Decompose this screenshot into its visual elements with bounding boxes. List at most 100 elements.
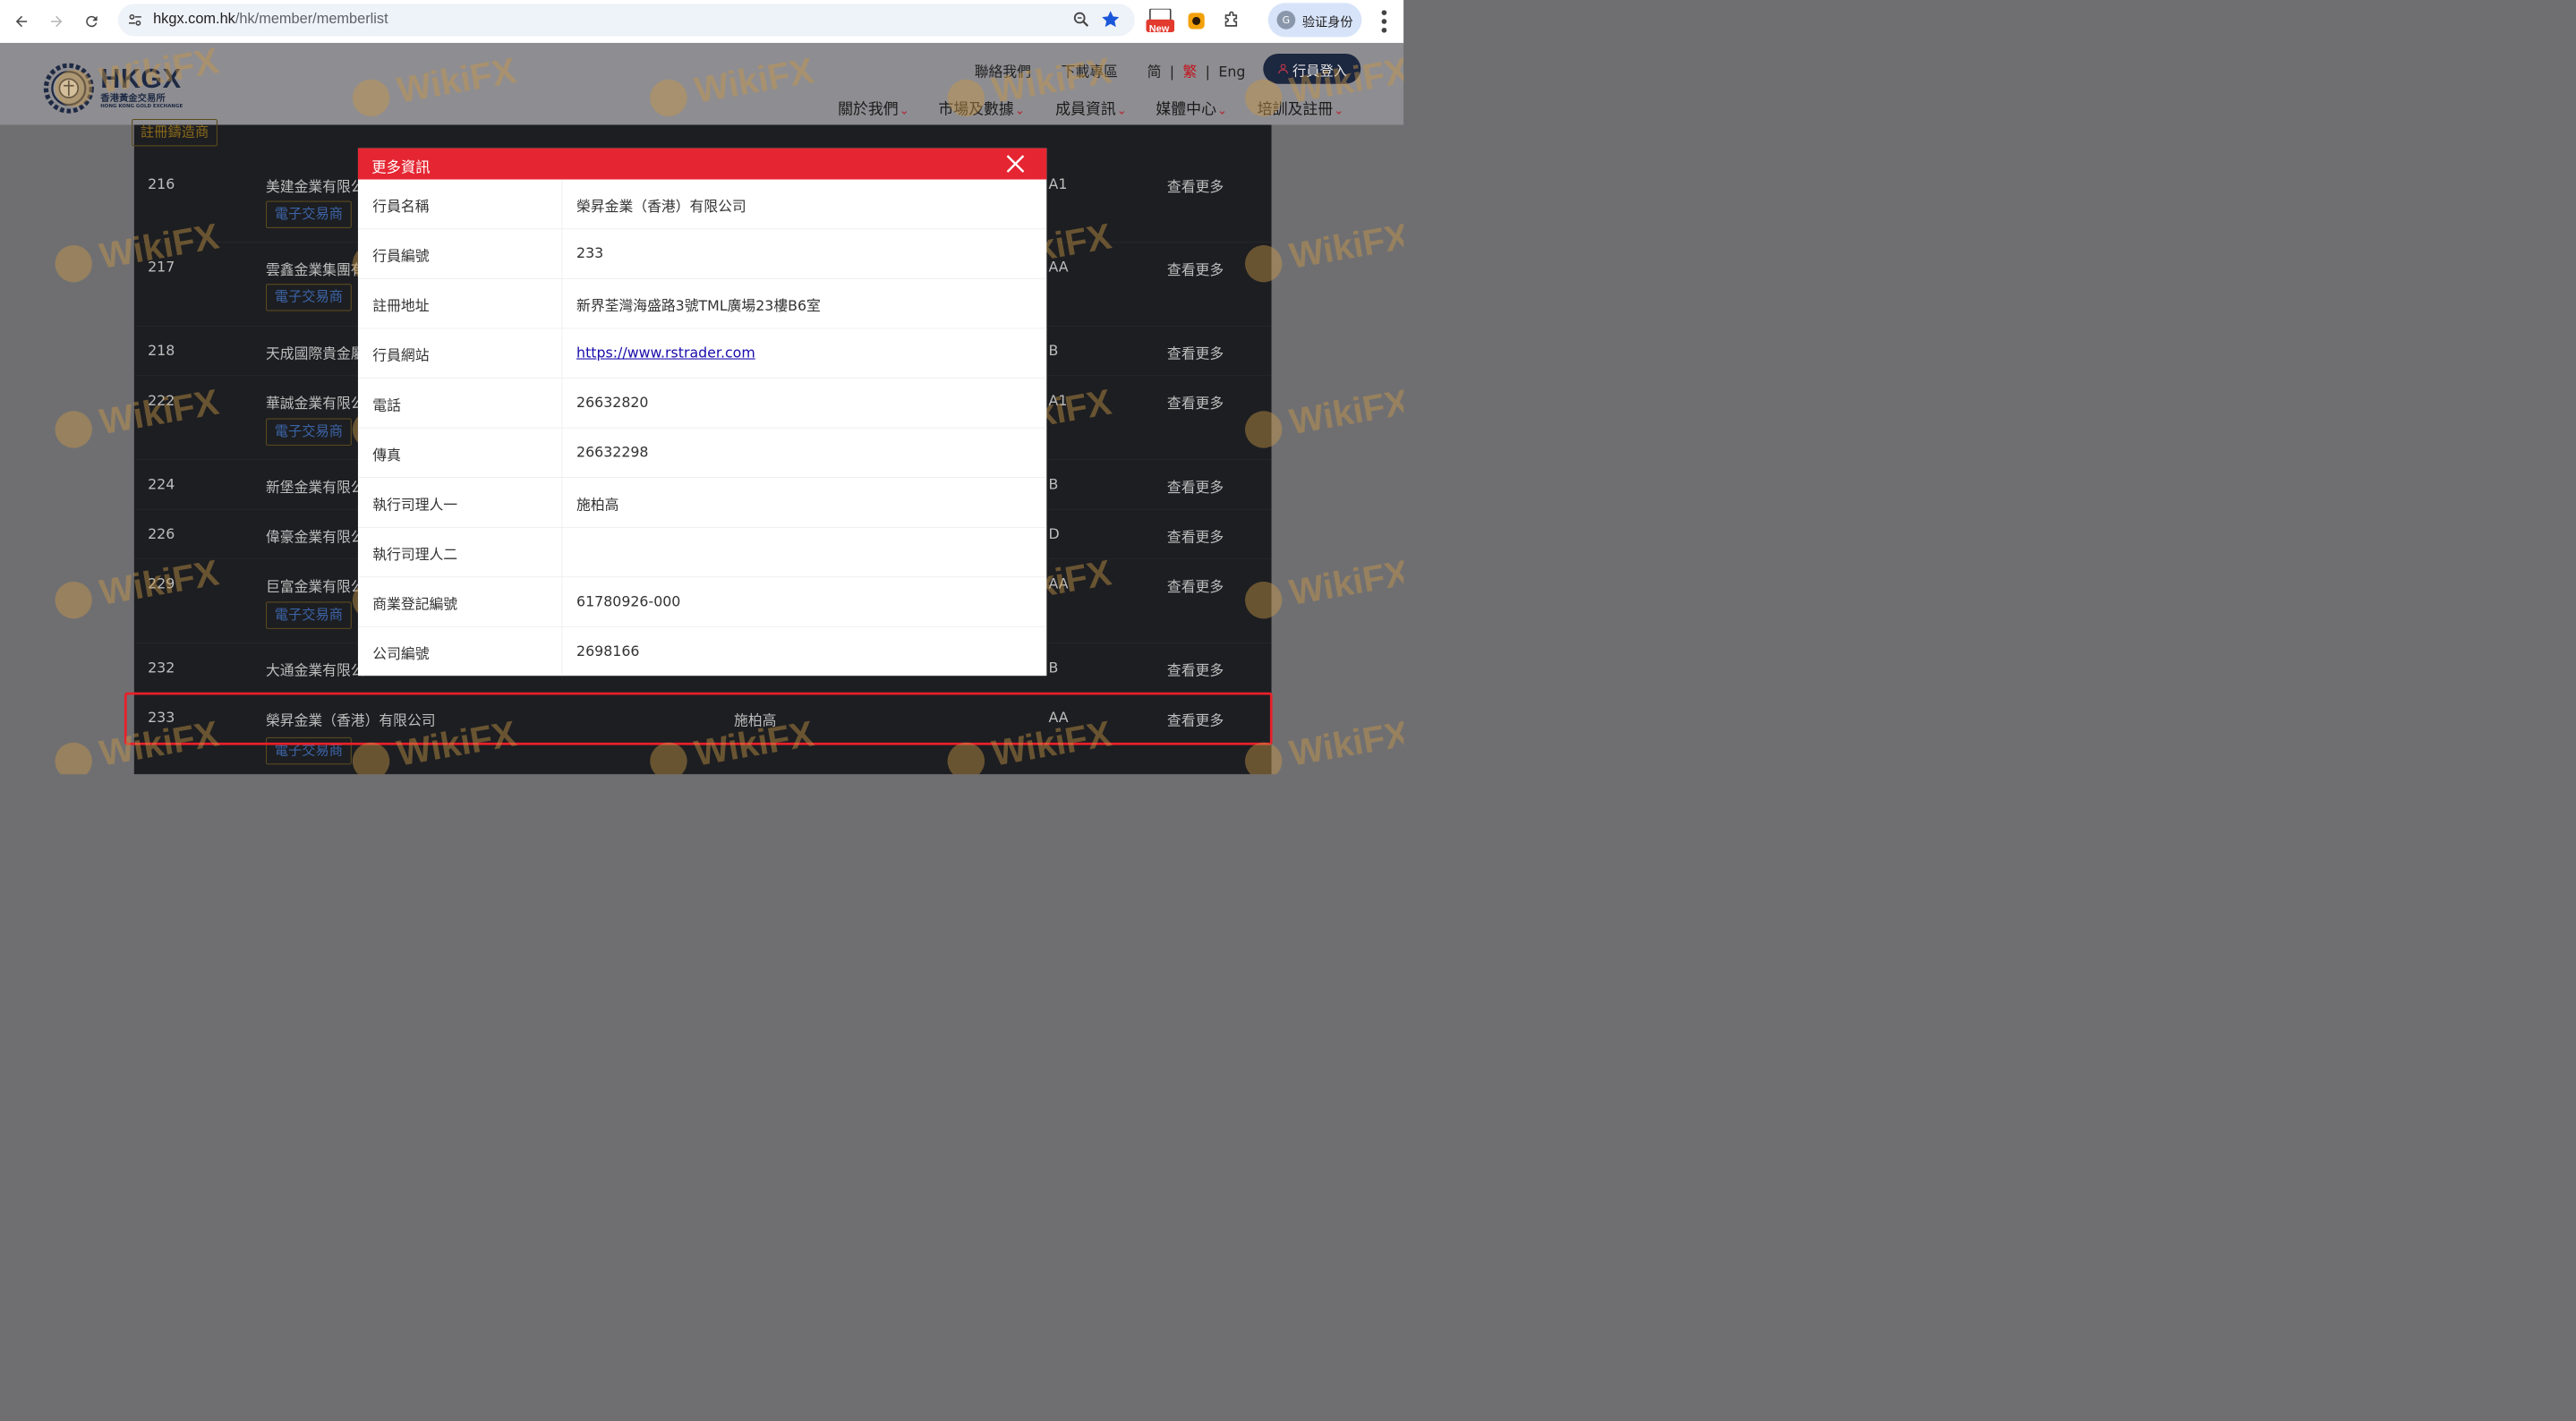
member-grade: B (1048, 659, 1059, 676)
info-row-member-name: 行員名稱 榮昇金業（香港）有限公司 (357, 180, 1047, 230)
forward-arrow-icon (51, 15, 63, 28)
profile-icon: G (1276, 10, 1296, 30)
extension-new[interactable]: New (1146, 7, 1175, 36)
info-label: 傳真 (372, 447, 401, 464)
modal-header: 更多資訊 (357, 148, 1047, 180)
nav-member-info-label: 成員資訊 (1055, 100, 1116, 118)
info-label: 註冊地址 (372, 297, 430, 314)
member-number: 229 (148, 574, 175, 592)
e-trader-tag: 電子交易商 (265, 601, 352, 629)
view-more-link[interactable]: 查看更多 (1167, 659, 1224, 680)
info-value: 施柏高 (576, 496, 619, 514)
member-name: 新堡金業有限公 (265, 479, 365, 496)
info-row-fax: 傳真 26632298 (357, 428, 1047, 478)
member-login-button[interactable]: 行員登入 (1263, 53, 1361, 84)
member-name: 偉豪金業有限公 (265, 528, 365, 546)
modal-title: 更多資訊 (371, 158, 431, 176)
url-host: hkgx.com.hk (153, 10, 235, 27)
nav-about[interactable]: 關於我們⌄ (838, 97, 909, 119)
member-name: 美建金業有限公 (265, 178, 365, 195)
hkgx-logo[interactable]: HKGX 香港黃金交易所 HONG KONG GOLD EXCHANGE (43, 63, 189, 116)
menu-kebab-icon[interactable] (1375, 7, 1395, 37)
info-value: 26632298 (576, 443, 649, 461)
nav-media-center[interactable]: 媒體中心⌄ (1156, 97, 1227, 119)
member-name: 雲鑫金業集團有 (265, 261, 365, 278)
extensions-button[interactable] (1217, 7, 1246, 36)
verify-identity-label: 验证身份 (1301, 14, 1353, 30)
address-bar[interactable]: hkgx.com.hk/hk/member/memberlist (117, 4, 1135, 37)
watermark-text: WikiFX (1286, 215, 1404, 277)
view-more-link[interactable]: 查看更多 (1167, 175, 1224, 196)
info-label: 公司編號 (372, 645, 430, 662)
wikifx-logo-icon (52, 242, 96, 285)
member-grade: AA (1048, 574, 1069, 592)
view-more-link[interactable]: 查看更多 (1167, 575, 1224, 596)
lang-english[interactable]: Eng (1218, 64, 1245, 81)
info-row-director-2: 執行司理人二 (357, 528, 1047, 578)
chevron-down-icon: ⌄ (1217, 103, 1228, 117)
bookmark-star-icon[interactable] (1100, 9, 1122, 30)
view-more-link[interactable]: 查看更多 (1167, 525, 1224, 546)
info-row-company-number: 公司編號 2698166 (358, 627, 1046, 676)
e-trader-tag: 電子交易商 (265, 200, 352, 229)
extension-orange[interactable] (1182, 7, 1211, 36)
zoom-icon[interactable] (1071, 10, 1091, 30)
back-button[interactable] (7, 7, 37, 37)
lang-separator: | (1205, 63, 1211, 81)
member-number: 222 (148, 392, 175, 409)
info-value: 233 (576, 244, 604, 262)
view-more-link[interactable]: 查看更多 (1167, 476, 1224, 497)
close-icon[interactable] (1004, 153, 1026, 174)
chevron-down-icon: ⌄ (899, 103, 909, 117)
member-number: 216 (148, 175, 175, 192)
logo-english-name: HONG KONG GOLD EXCHANGE (100, 103, 183, 109)
downloads-link[interactable]: 下載專區 (1062, 61, 1118, 81)
nav-market-data[interactable]: 市場及數據⌄ (938, 97, 1025, 119)
puzzle-icon (1224, 11, 1238, 27)
more-info-modal: 更多資訊 行員名稱 榮昇金業（香港）有限公司 行員編號 233 註冊地址 新界荃… (357, 148, 1047, 676)
new-badge-label: New (1148, 23, 1170, 35)
info-row-br-number: 商業登記編號 61780926-000 (357, 577, 1047, 627)
logo-wordmark: HKGX (100, 63, 182, 94)
member-number: 232 (148, 659, 175, 676)
member-login-label: 行員登入 (1292, 63, 1347, 80)
info-row-member-number: 行員編號 233 (357, 229, 1047, 279)
watermark-text: WikiFX (1286, 712, 1404, 774)
view-more-link[interactable]: 查看更多 (1167, 392, 1224, 413)
info-value: 61780926-000 (576, 592, 681, 610)
reload-button[interactable] (77, 7, 107, 37)
chevron-down-icon: ⌄ (1014, 103, 1025, 117)
registered-caster-tag: 註冊鑄造商 (132, 118, 218, 147)
logo-chinese-name: 香港黃金交易所 (100, 92, 166, 104)
orange-extension-icon (1188, 13, 1205, 30)
nav-market-data-label: 市場及數據 (938, 100, 1014, 118)
info-value: 新界荃灣海盛路3號TML廣場23樓B6室 (576, 297, 821, 314)
info-label: 行員編號 (372, 247, 430, 265)
lang-traditional[interactable]: 繁 (1182, 64, 1197, 81)
view-more-link[interactable]: 查看更多 (1167, 259, 1224, 279)
site-settings-icon[interactable] (126, 11, 145, 30)
info-label: 行員名稱 (372, 198, 430, 215)
view-more-link[interactable]: 查看更多 (1167, 343, 1224, 363)
info-row-phone: 電話 26632820 (357, 379, 1047, 429)
member-number: 218 (148, 342, 175, 360)
website-link[interactable]: https://www.rstrader.com (576, 345, 755, 362)
chevron-down-icon: ⌄ (1116, 103, 1127, 117)
verify-identity-button[interactable]: G 验证身份 (1267, 3, 1362, 38)
info-row-director-1: 執行司理人一 施柏高 (357, 478, 1047, 528)
nav-training[interactable]: 培訓及註冊⌄ (1258, 97, 1344, 119)
chevron-down-icon: ⌄ (1334, 103, 1344, 117)
info-label: 商業登記編號 (372, 595, 458, 613)
url-text[interactable]: hkgx.com.hk/hk/member/memberlist (153, 11, 388, 28)
user-icon (1278, 64, 1288, 74)
nav-media-center-label: 媒體中心 (1156, 100, 1216, 118)
info-label: 執行司理人二 (372, 546, 458, 563)
e-trader-tag: 電子交易商 (265, 284, 352, 311)
forward-button[interactable] (42, 7, 72, 37)
member-grade: AA (1048, 258, 1069, 276)
reload-icon (86, 15, 98, 28)
lang-simplified[interactable]: 简 (1147, 64, 1162, 81)
e-trader-tag: 電子交易商 (265, 418, 352, 447)
contact-us-link[interactable]: 聯絡我們 (975, 61, 1031, 81)
nav-member-info[interactable]: 成員資訊⌄ (1055, 97, 1127, 119)
